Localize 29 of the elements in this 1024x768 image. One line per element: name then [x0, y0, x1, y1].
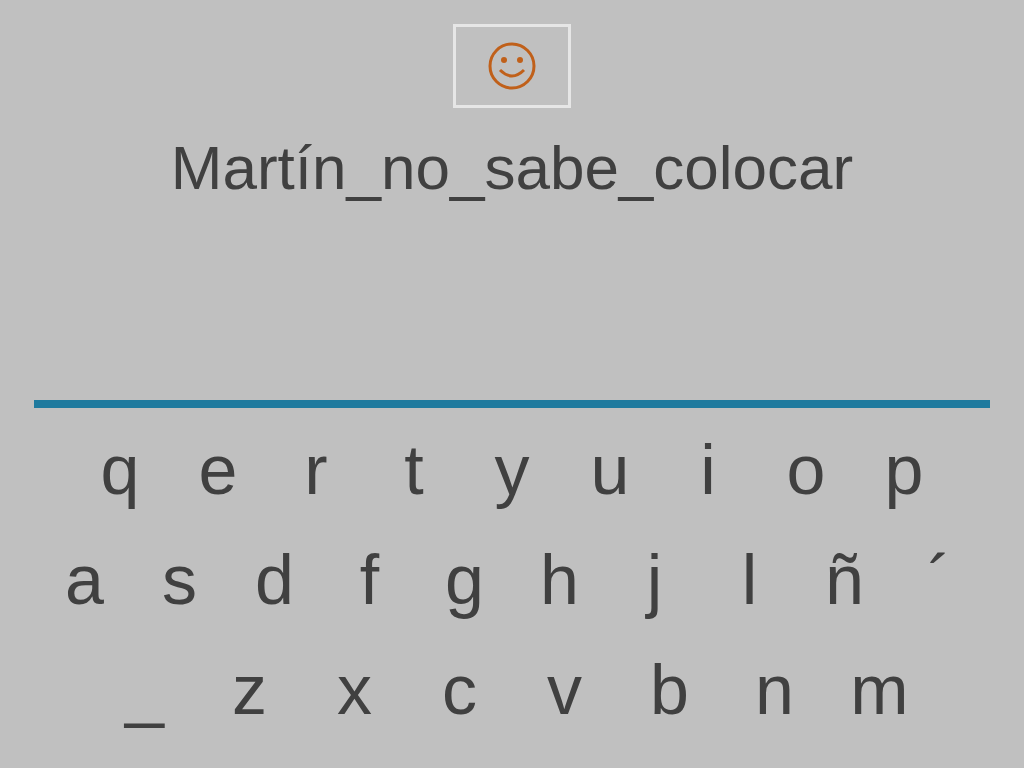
letter-key[interactable]: g	[417, 540, 512, 620]
letter-key[interactable]: r	[267, 430, 365, 510]
letter-key[interactable]: ñ	[797, 540, 892, 620]
letter-key[interactable]: q	[71, 430, 169, 510]
letter-key[interactable]: j	[607, 540, 702, 620]
phrase-text: Martín_no_sabe_colocar	[170, 132, 854, 204]
letter-key[interactable]: e	[169, 430, 267, 510]
letter-key[interactable]: _	[92, 650, 197, 730]
letter-key[interactable]: u	[561, 430, 659, 510]
letter-key[interactable]: n	[722, 650, 827, 730]
letter-key[interactable]: a	[37, 540, 132, 620]
letter-key[interactable]: f	[322, 540, 417, 620]
letter-key[interactable]: m	[827, 650, 932, 730]
letter-key[interactable]: ´	[892, 540, 987, 620]
letter-key[interactable]: t	[365, 430, 463, 510]
letter-key[interactable]: c	[407, 650, 512, 730]
letter-key[interactable]: p	[855, 430, 953, 510]
smiley-icon	[486, 40, 538, 92]
letter-key[interactable]: i	[659, 430, 757, 510]
letter-key[interactable]: l	[702, 540, 797, 620]
letter-key[interactable]: s	[132, 540, 227, 620]
letter-key[interactable]: d	[227, 540, 322, 620]
letter-key[interactable]: h	[512, 540, 607, 620]
letter-key[interactable]: y	[463, 430, 561, 510]
letter-key[interactable]: o	[757, 430, 855, 510]
letter-key[interactable]: x	[302, 650, 407, 730]
letter-key[interactable]: b	[617, 650, 722, 730]
letter-key[interactable]: v	[512, 650, 617, 730]
letter-key[interactable]: z	[197, 650, 302, 730]
